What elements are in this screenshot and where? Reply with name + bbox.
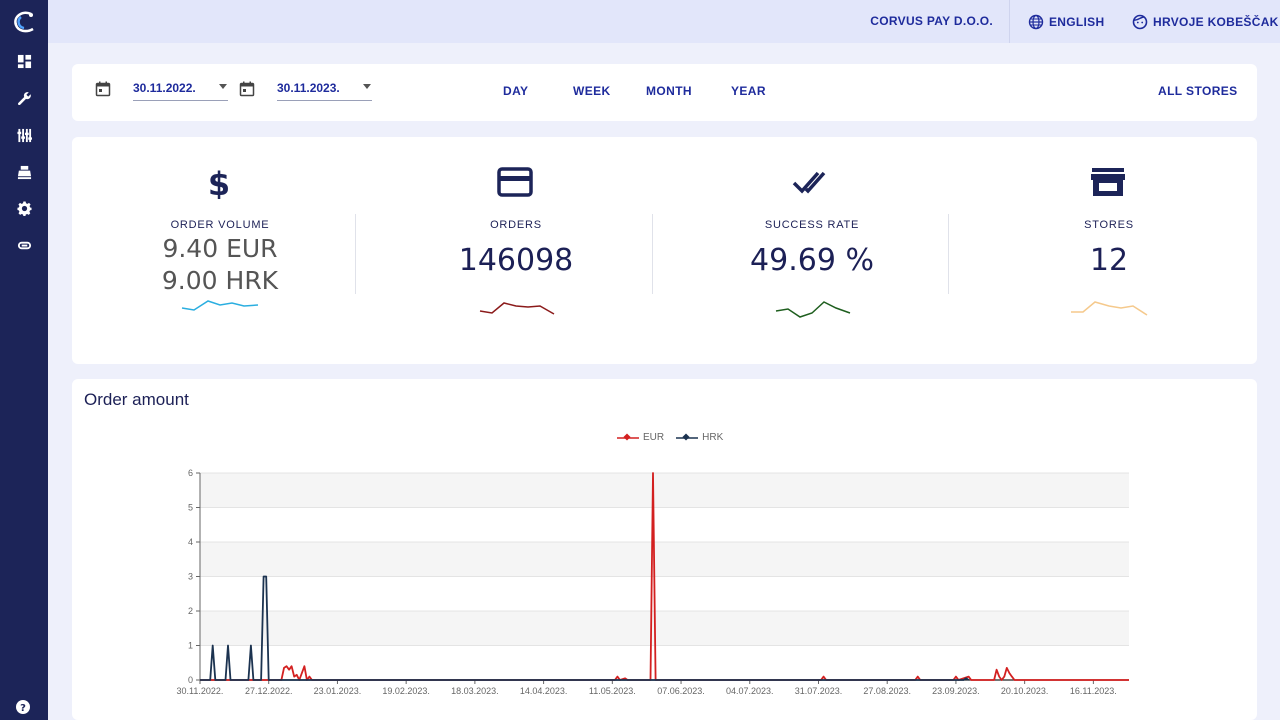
x-tick-label: 30.11.2022. [177, 686, 224, 696]
x-tick-label: 23.01.2023. [314, 686, 362, 696]
period-day-button[interactable]: DAY [503, 84, 528, 98]
order-volume-label: ORDER VOLUME [170, 219, 270, 231]
company-name[interactable]: CORVUS PAY D.O.O. [870, 0, 993, 43]
orders-label: ORDERS [490, 219, 542, 231]
date-to-value[interactable]: 30.11.2023. [277, 79, 372, 101]
help-icon[interactable]: ? [14, 698, 32, 716]
y-tick-label: 5 [188, 503, 193, 513]
user-name: HRVOJE KOBEŠČAK [1153, 14, 1279, 29]
stats-card: $ ORDER VOLUME 9.40 EUR 9.00 HRK ORDERS … [72, 137, 1257, 364]
dashboard-icon[interactable] [0, 47, 48, 75]
date-from-value[interactable]: 30.11.2022. [133, 79, 228, 101]
orders-sparkline [479, 302, 555, 315]
period-year-button[interactable]: YEAR [731, 84, 766, 98]
user-face-icon [1132, 14, 1148, 29]
stat-divider [355, 214, 356, 294]
orders-value: 146098 [458, 243, 574, 278]
sliders-icon[interactable] [0, 121, 48, 149]
credit-card-icon [497, 167, 533, 197]
x-tick-label: 18.03.2023. [451, 686, 499, 696]
legend-item-hrk[interactable]: HRK [676, 432, 723, 443]
stores-value: 12 [1089, 243, 1129, 278]
grid-band [200, 611, 1129, 646]
globe-icon [1028, 14, 1044, 29]
dollar-icon: $ [208, 165, 230, 199]
chevron-down-icon[interactable] [219, 84, 227, 89]
order-volume-eur: 9.40 EUR [162, 234, 278, 263]
stat-stores: STORES 12 [961, 137, 1257, 364]
y-tick-label: 1 [188, 641, 193, 651]
grid-band [200, 542, 1129, 577]
date-to-field[interactable]: 30.11.2023. [239, 79, 374, 105]
grid-band [200, 576, 1129, 611]
success-rate-label: SUCCESS RATE [764, 219, 860, 231]
order-volume-sparkline [181, 300, 259, 311]
topbar-divider [1009, 0, 1010, 43]
x-tick-label: 20.10.2023. [1001, 686, 1049, 696]
x-tick-label: 07.06.2023. [657, 686, 705, 696]
period-week-button[interactable]: WEEK [573, 84, 611, 98]
period-month-button[interactable]: MONTH [646, 84, 692, 98]
calendar-icon[interactable] [239, 81, 255, 97]
stores-sparkline [1071, 301, 1148, 316]
date-from-field[interactable]: 30.11.2022. [95, 79, 230, 105]
x-tick-label: 27.08.2023. [863, 686, 911, 696]
x-tick-label: 11.05.2023. [589, 686, 636, 696]
chart-title: Order amount [84, 390, 189, 409]
y-tick-label: 3 [188, 572, 193, 582]
user-menu[interactable]: HRVOJE KOBEŠČAK [1132, 0, 1279, 43]
x-tick-label: 31.07.2023. [795, 686, 843, 696]
sidebar: ? [0, 0, 48, 720]
stat-divider [948, 214, 949, 294]
store-icon [1091, 168, 1125, 196]
grid-band [200, 507, 1129, 542]
cash-register-icon[interactable] [0, 158, 48, 186]
legend-item-eur[interactable]: EUR [617, 432, 664, 443]
language-label: ENGLISH [1049, 14, 1105, 29]
chevron-down-icon[interactable] [363, 84, 371, 89]
y-tick-label: 0 [188, 675, 193, 685]
stat-order-volume: $ ORDER VOLUME 9.40 EUR 9.00 HRK [72, 137, 368, 364]
gear-icon[interactable] [0, 194, 48, 222]
legend-label-hrk: HRK [702, 432, 724, 443]
order-volume-hrk: 9.00 HRK [161, 266, 279, 295]
corvus-logo[interactable] [8, 8, 38, 36]
svg-text:?: ? [20, 703, 26, 714]
x-tick-label: 27.12.2022. [245, 686, 293, 696]
y-tick-label: 4 [188, 537, 193, 547]
success-rate-value: 49.69 % [750, 243, 874, 278]
legend-marker-hrk [676, 432, 699, 441]
success-rate-sparkline [775, 301, 851, 318]
double-check-icon [792, 171, 826, 194]
x-tick-label: 14.04.2023. [520, 686, 568, 696]
stores-label: STORES [1084, 219, 1134, 231]
language-selector[interactable]: ENGLISH [1028, 0, 1104, 43]
legend-marker-eur [617, 432, 639, 441]
x-tick-label: 04.07.2023. [726, 686, 774, 696]
chart-card: Order amount EUR HRK 0 1 2 3 4 5 6 30.11.2022. 2… [72, 379, 1257, 720]
stat-success-rate: SUCCESS RATE 49.69 % [664, 137, 960, 364]
svg-text:$: $ [208, 165, 230, 199]
order-amount-chart: 0 1 2 3 4 5 6 30.11.2022. 27.12.2022. 23.01.2023.… [177, 468, 1129, 696]
chart-legend: EUR HRK [617, 432, 723, 443]
grid-band [200, 645, 1129, 680]
stat-orders: ORDERS 146098 [368, 137, 664, 364]
grid-band [200, 473, 1129, 508]
all-stores-button[interactable]: ALL STORES [1158, 84, 1238, 98]
y-tick-label: 6 [188, 468, 193, 478]
legend-label-eur: EUR [643, 432, 665, 443]
x-tick-label: 23.09.2023. [932, 686, 980, 696]
y-tick-label: 2 [188, 606, 193, 616]
wrench-icon[interactable] [0, 84, 48, 112]
calendar-icon[interactable] [95, 81, 111, 97]
filter-card: 30.11.2022. 30.11.2023. DAY WEEK MONTH Y… [72, 64, 1257, 121]
link-icon[interactable] [0, 231, 48, 259]
top-bar: CORVUS PAY D.O.O. ENGLISH HRVOJE KOBEŠČA… [48, 0, 1280, 43]
x-tick-label: 16.11.2023. [1070, 686, 1117, 696]
stat-divider [652, 214, 653, 294]
x-tick-label: 19.02.2023. [382, 686, 430, 696]
